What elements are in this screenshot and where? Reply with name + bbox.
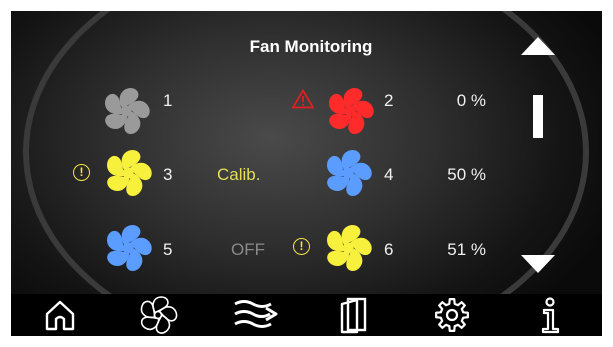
fan-1-number: 1 — [163, 91, 173, 110]
bottom-nav-bar — [11, 294, 602, 336]
fan-1-icon[interactable] — [101, 86, 151, 136]
info-icon — [541, 297, 560, 334]
fan-3-number: 3 — [163, 165, 173, 184]
gear-icon — [435, 298, 469, 332]
nav-fans[interactable] — [109, 294, 207, 336]
nav-airflow[interactable] — [207, 294, 305, 336]
fan-icon — [140, 296, 178, 334]
row-2-status: Calib. — [217, 165, 261, 184]
home-icon — [45, 300, 75, 331]
airflow-icon — [234, 300, 278, 328]
page-title: Fan Monitoring — [249, 37, 373, 56]
fan-4-icon[interactable] — [323, 148, 373, 198]
nav-info[interactable] — [501, 294, 599, 336]
exclamation-circle-icon: ! — [73, 164, 90, 181]
nav-home[interactable] — [11, 294, 109, 336]
warning-triangle-icon — [291, 88, 315, 114]
fan-monitoring-panel: Fan Monitoring 1 2 0 % ! 3 Calib. 4 50 %… — [11, 11, 602, 294]
fan-5-number: 5 — [163, 240, 173, 259]
scroll-down-arrow-icon[interactable] — [520, 254, 556, 274]
scrollbar-thumb[interactable] — [533, 94, 543, 138]
fan-6-number: 6 — [384, 240, 394, 259]
nav-settings[interactable] — [403, 294, 501, 336]
row-3-status: OFF — [231, 240, 265, 259]
fan-3-icon[interactable] — [103, 148, 153, 198]
fan-6-icon[interactable] — [323, 223, 373, 273]
scroll-up-arrow-icon[interactable] — [520, 36, 556, 56]
exclamation-circle-icon: ! — [293, 238, 310, 255]
fan-2-icon[interactable] — [325, 86, 375, 136]
nav-door[interactable] — [305, 294, 403, 336]
row-2-percent: 50 % — [447, 165, 486, 184]
fan-5-icon[interactable] — [103, 223, 153, 273]
scrollbar-track[interactable] — [533, 69, 543, 241]
row-1-percent: 0 % — [456, 91, 486, 110]
device-screen: Fan Monitoring 1 2 0 % ! 3 Calib. 4 50 %… — [11, 11, 602, 336]
fan-2-number: 2 — [384, 91, 394, 110]
row-3-percent: 51 % — [447, 240, 486, 259]
door-icon — [340, 297, 367, 334]
fan-4-number: 4 — [384, 165, 394, 184]
